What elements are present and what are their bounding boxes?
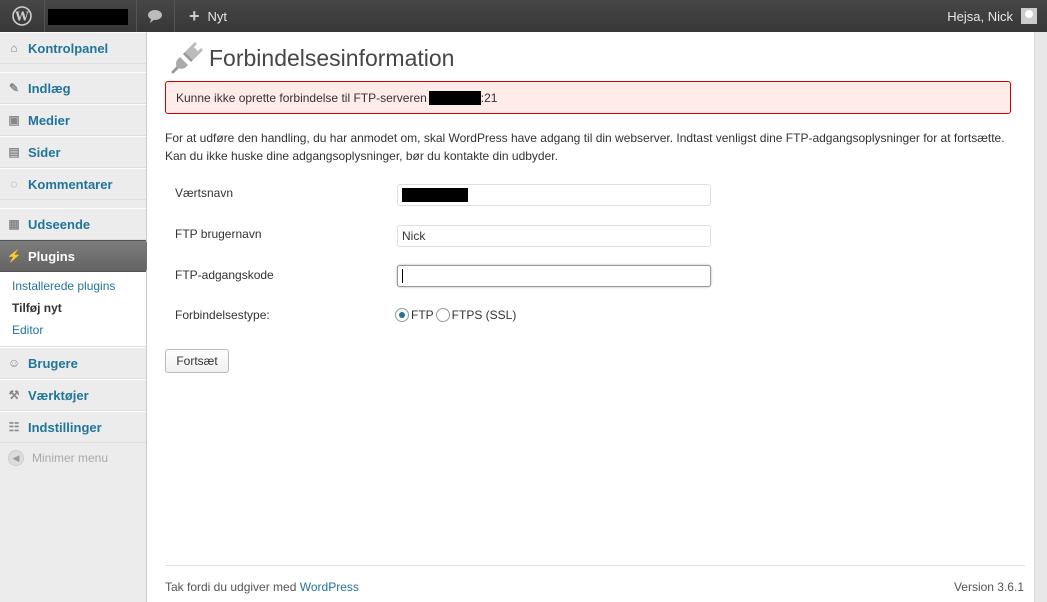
footer-thanks: Tak fordi du udgiver med WordPress — [165, 580, 359, 594]
intro-text: For at udføre den handling, du har anmod… — [165, 131, 1005, 163]
menu-separator — [0, 200, 146, 208]
plugins-submenu: Installerede plugins Tilføj nyt Editor — [0, 272, 146, 347]
menu-label: Indstillinger — [28, 419, 102, 435]
password-input[interactable] — [397, 265, 711, 287]
continue-button[interactable]: Fortsæt — [165, 349, 229, 373]
ftp-radio[interactable] — [395, 308, 409, 322]
username-input[interactable]: Nick — [397, 225, 711, 247]
footer-divider — [165, 565, 1025, 566]
menu-label: Medier — [28, 112, 70, 128]
menu-label: Plugins — [28, 248, 75, 264]
submenu-editor[interactable]: Editor — [0, 320, 146, 342]
ftps-option-label: FTPS (SSL) — [451, 308, 517, 322]
ftps-radio[interactable] — [435, 308, 450, 322]
admin-bar: W + Nyt Hejsa, Nick — [0, 0, 1047, 33]
collapse-label: Minimer menu — [32, 451, 109, 465]
menu-label: Kontrolpanel — [28, 40, 109, 56]
menu-item-media[interactable]: ▣ Medier — [0, 104, 146, 136]
main-content: Forbindelsesinformation Kunne ikke opret… — [147, 32, 1034, 602]
separator — [174, 0, 175, 32]
menu-item-pages[interactable]: ▤ Sider — [0, 136, 146, 168]
comments-icon[interactable] — [137, 0, 173, 32]
submenu-installed-plugins[interactable]: Installerede plugins — [0, 276, 146, 298]
pin-icon: ✎ — [8, 81, 20, 95]
new-label: Nyt — [207, 8, 228, 24]
menu-item-users[interactable]: ☺ Brugere — [0, 347, 146, 379]
dashboard-icon: ⌂ — [10, 41, 18, 55]
hostname-input[interactable] — [397, 184, 711, 206]
appearance-icon: ▦ — [8, 217, 20, 231]
collapse-menu-button[interactable]: ◀ Minimer menu — [0, 443, 146, 473]
menu-item-comments[interactable]: ◌ Kommentarer — [0, 168, 146, 200]
menu-item-posts[interactable]: ✎ Indlæg — [0, 72, 146, 104]
collapse-arrow-icon: ◀ — [8, 450, 24, 466]
text-cursor — [402, 269, 403, 283]
error-port: :21 — [480, 90, 498, 105]
server-name-redacted — [428, 90, 481, 105]
error-notice: Kunne ikke oprette forbindelse til FTP-s… — [165, 81, 1011, 114]
username-value: Nick — [402, 229, 426, 243]
wordpress-link[interactable]: WordPress — [300, 580, 359, 594]
greeting: Hejsa, Nick — [947, 8, 1013, 24]
pages-icon: ▤ — [8, 145, 20, 159]
menu-item-tools[interactable]: ⚒ Værktøjer — [0, 379, 146, 411]
media-icon: ▣ — [8, 113, 20, 127]
menu-item-dashboard[interactable]: ⌂ Kontrolpanel — [0, 32, 146, 64]
tools-icon: ⚒ — [8, 388, 20, 402]
plugin-plug-icon — [167, 42, 203, 78]
connection-type-label: Forbindelsestype: — [175, 308, 270, 322]
menu-label: Kommentarer — [28, 176, 113, 192]
wordpress-logo-icon[interactable]: W — [0, 0, 44, 32]
submenu-add-new[interactable]: Tilføj nyt — [0, 298, 146, 320]
username-label: FTP brugernavn — [175, 227, 262, 241]
menu-label: Sider — [28, 144, 61, 160]
menu-label: Udseende — [28, 216, 91, 232]
page-title: Forbindelsesinformation — [209, 45, 455, 71]
users-icon: ☺ — [7, 356, 21, 370]
scrollbar[interactable] — [1034, 32, 1047, 602]
avatar — [1021, 8, 1037, 24]
menu-item-settings[interactable]: ☷ Indstillinger — [0, 411, 146, 443]
settings-icon: ☷ — [8, 420, 20, 434]
hostname-redacted — [402, 188, 468, 202]
plus-icon: + — [189, 5, 200, 26]
error-message: Kunne ikke oprette forbindelse til FTP-s… — [176, 90, 427, 105]
my-account-menu[interactable]: Hejsa, Nick — [937, 0, 1047, 32]
comments-icon: ◌ — [10, 177, 18, 191]
connection-type-options: FTP FTPS (SSL) — [395, 308, 516, 322]
footer-version: Version 3.6.1 — [953, 580, 1024, 594]
separator — [44, 0, 45, 32]
hostname-label: Værtsnavn — [175, 186, 234, 200]
footer-thanks-text: Tak fordi du udgiver med — [165, 580, 297, 594]
site-name-redacted[interactable] — [48, 9, 128, 25]
password-label: FTP-adgangskode — [175, 268, 274, 282]
menu-separator — [0, 64, 146, 72]
menu-label: Brugere — [28, 355, 78, 371]
menu-item-appearance[interactable]: ▦ Udseende — [0, 208, 146, 240]
ftp-option-label: FTP — [411, 308, 434, 322]
svg-text:W: W — [14, 10, 29, 24]
menu-label: Værktøjer — [28, 387, 89, 403]
plugins-icon: ⚡ — [6, 249, 22, 263]
admin-menu: ⌂ Kontrolpanel ✎ Indlæg ▣ Medier ▤ Sider… — [0, 32, 154, 602]
new-content-button[interactable]: + Nyt — [181, 0, 235, 32]
menu-label: Indlæg — [28, 80, 71, 96]
menu-item-plugins[interactable]: ⚡ Plugins — [0, 240, 154, 272]
